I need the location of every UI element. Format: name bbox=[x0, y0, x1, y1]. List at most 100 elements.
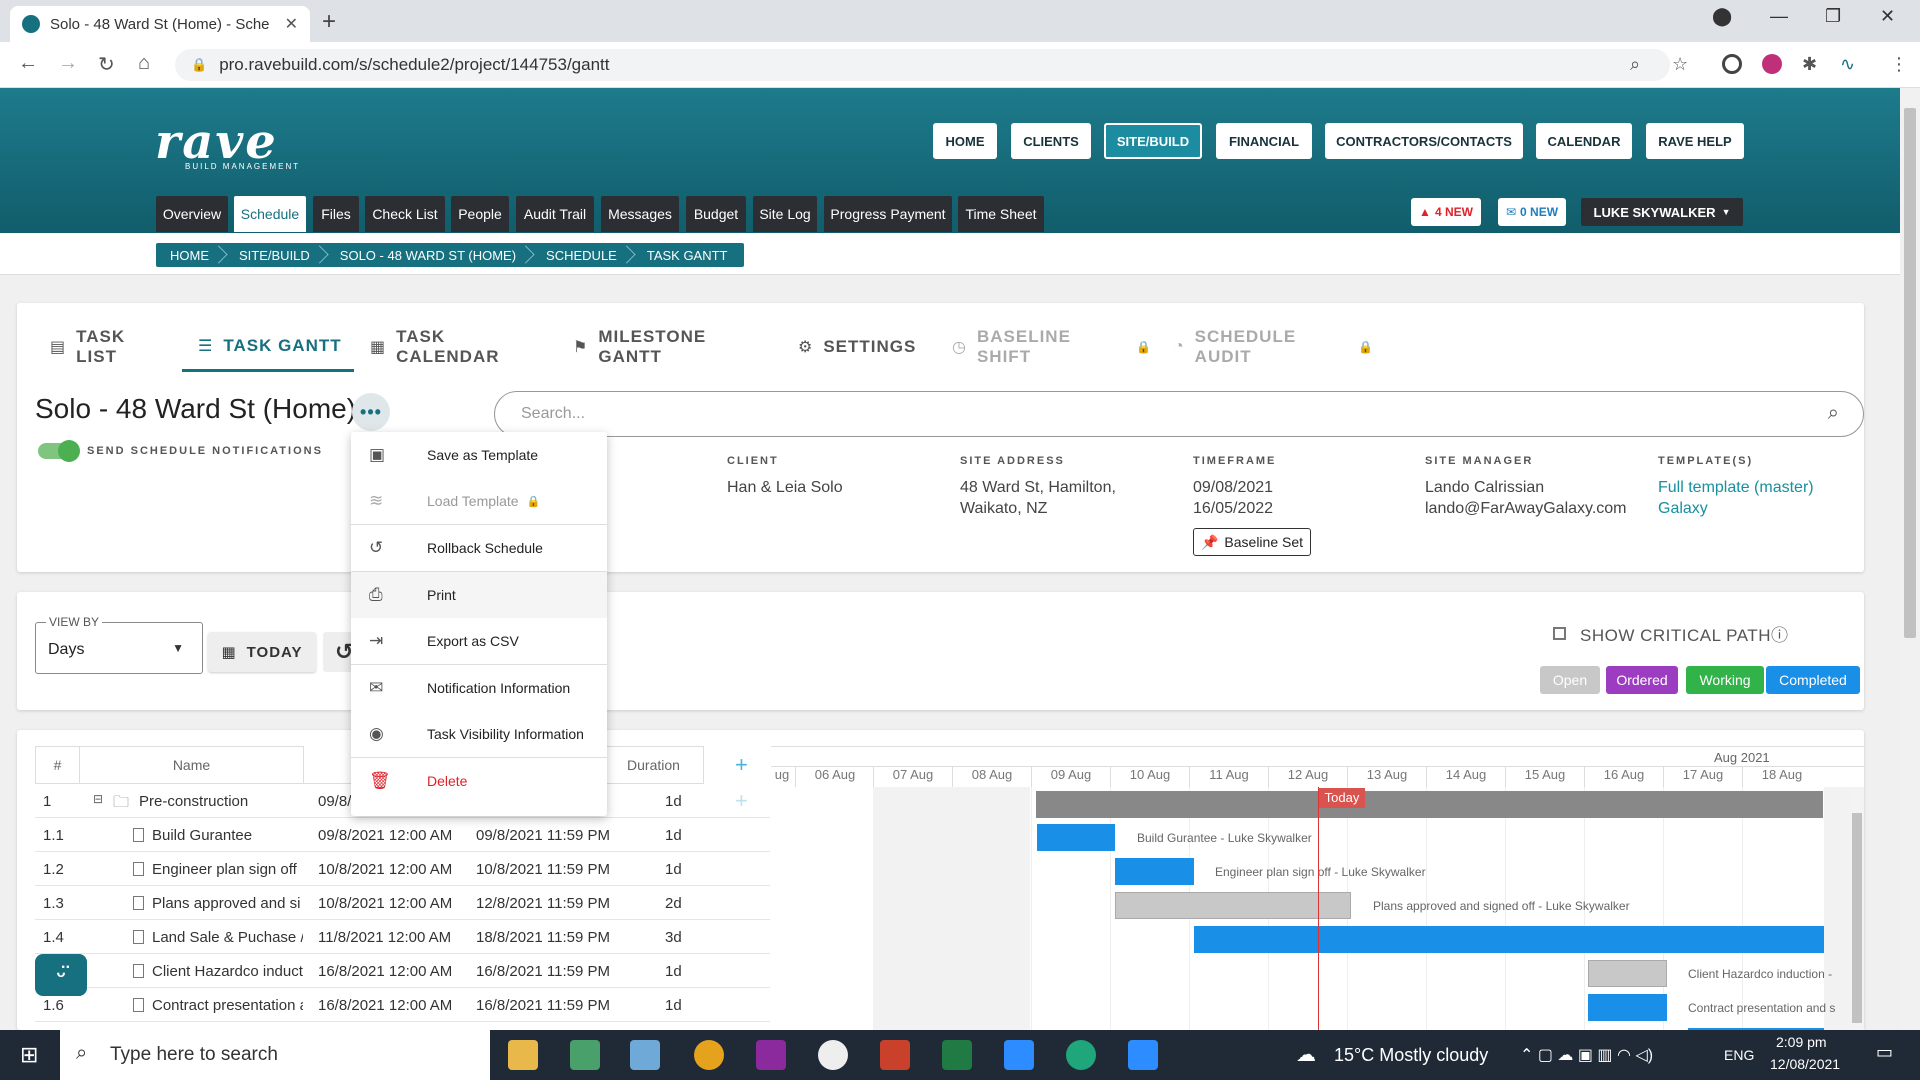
menu-load-template[interactable]: ≋ Load Template 🔒 bbox=[351, 478, 607, 524]
breadcrumb-home[interactable]: HOME bbox=[156, 243, 225, 267]
page-scrollbar[interactable] bbox=[1900, 88, 1920, 1030]
col-name[interactable]: Name bbox=[80, 746, 304, 784]
reload-icon[interactable]: ↻ bbox=[98, 52, 115, 77]
search-input[interactable]: Search... ⌕ bbox=[494, 391, 1864, 437]
tab-schedule-audit[interactable]: ◔ SCHEDULE AUDIT 🔒 bbox=[1174, 322, 1374, 372]
table-row[interactable]: 1.2 Engineer plan sign off 10/8/2021 12:… bbox=[35, 852, 770, 886]
checkbox-box[interactable] bbox=[1553, 627, 1566, 640]
taskbar-search-input[interactable]: ⌕ Type here to search bbox=[60, 1030, 490, 1080]
collapse-icon[interactable]: ⊟ bbox=[93, 792, 103, 806]
gantt-scroll-thumb[interactable] bbox=[1852, 813, 1862, 1023]
forward-icon[interactable]: → bbox=[58, 52, 78, 75]
chat-widget-button[interactable]: ᵕ̈ bbox=[35, 954, 87, 996]
url-input[interactable]: 🔒 pro.ravebuild.com/s/schedule2/project/… bbox=[175, 49, 1670, 81]
breadcrumb-schedule[interactable]: SCHEDULE bbox=[532, 243, 633, 267]
rave-extension-icon[interactable]: ∿ bbox=[1840, 54, 1855, 75]
today-button[interactable]: ▦ TODAY bbox=[208, 632, 316, 672]
add-subtask-icon[interactable]: + bbox=[735, 788, 748, 814]
nav-home[interactable]: HOME bbox=[933, 123, 997, 159]
restore-icon[interactable]: ❐ bbox=[1825, 6, 1841, 27]
close-window-icon[interactable]: ✕ bbox=[1880, 6, 1895, 27]
gantt-bar[interactable] bbox=[1115, 858, 1194, 885]
more-options-button[interactable]: ••• bbox=[352, 393, 390, 431]
new-tab-icon[interactable]: + bbox=[322, 8, 336, 36]
gantt-scrollbar[interactable] bbox=[1850, 787, 1864, 1030]
tab-settings[interactable]: ⚙ SETTINGS bbox=[798, 322, 928, 372]
tab-task-gantt[interactable]: ☰ TASK GANTT bbox=[182, 322, 354, 372]
profile-dropdown-icon[interactable]: ⬤ bbox=[1712, 6, 1732, 27]
xbox-icon[interactable] bbox=[818, 1040, 848, 1070]
menu-rollback-schedule[interactable]: ↺ Rollback Schedule bbox=[351, 525, 607, 571]
tab-schedule[interactable]: Schedule bbox=[234, 196, 306, 232]
tab-progress-payment[interactable]: Progress Payment bbox=[824, 196, 952, 232]
gantt-bar[interactable] bbox=[1115, 892, 1351, 919]
tab-messages[interactable]: Messages bbox=[601, 196, 679, 232]
tab-task-list[interactable]: ▤ TASK LIST bbox=[50, 322, 170, 372]
breadcrumb-project[interactable]: SOLO - 48 WARD ST (HOME) bbox=[326, 243, 532, 267]
menu-delete[interactable]: 🗑 Delete bbox=[351, 758, 607, 804]
menu-print[interactable]: ⎙ Print bbox=[351, 572, 607, 618]
minimize-icon[interactable]: — bbox=[1770, 6, 1788, 27]
extension-icon[interactable] bbox=[1722, 54, 1742, 74]
page-scroll-thumb[interactable] bbox=[1904, 108, 1916, 638]
tab-files[interactable]: Files bbox=[313, 196, 359, 232]
browser-tab[interactable]: Solo - 48 Ward St (Home) - Sche ✕ bbox=[10, 6, 310, 42]
table-row[interactable]: 1.5 Client Hazardco induct 16/8/2021 12:… bbox=[35, 954, 770, 988]
nav-rave-help[interactable]: RAVE HELP bbox=[1646, 123, 1744, 159]
notifications-icon[interactable]: ▭ bbox=[1876, 1042, 1893, 1063]
tab-baseline-shift[interactable]: ◷ BASELINE SHIFT 🔒 bbox=[952, 322, 1152, 372]
back-icon[interactable]: ← bbox=[18, 52, 38, 75]
tab-site-log[interactable]: Site Log bbox=[753, 196, 817, 232]
notifications-toggle[interactable] bbox=[38, 440, 80, 462]
app-icon[interactable] bbox=[756, 1040, 786, 1070]
notepad-icon[interactable] bbox=[630, 1040, 660, 1070]
tab-audit-trail[interactable]: Audit Trail bbox=[516, 196, 594, 232]
search-icon[interactable]: ⌕ bbox=[1828, 402, 1839, 425]
tab-milestone-gantt[interactable]: ⚑ MILESTONE GANTT bbox=[573, 322, 773, 372]
zoom-icon[interactable] bbox=[1004, 1040, 1034, 1070]
table-row[interactable]: 1.3 Plans approved and si 10/8/2021 12:0… bbox=[35, 886, 770, 920]
table-row[interactable]: 1.4 Land Sale & Puchase / 11/8/2021 12:0… bbox=[35, 920, 770, 954]
powerpoint-icon[interactable] bbox=[880, 1040, 910, 1070]
home-icon[interactable]: ⌂ bbox=[138, 52, 150, 75]
zoom-icon[interactable]: ⌕ bbox=[1630, 54, 1640, 75]
menu-notification-info[interactable]: ✉ Notification Information bbox=[351, 665, 607, 711]
nav-calendar[interactable]: CALENDAR bbox=[1536, 123, 1632, 159]
slack-icon[interactable] bbox=[570, 1040, 600, 1070]
baseline-set-button[interactable]: 📌 Baseline Set bbox=[1193, 528, 1311, 556]
nav-financial[interactable]: FINANCIAL bbox=[1216, 123, 1312, 159]
file-explorer-icon[interactable] bbox=[508, 1040, 538, 1070]
gantt-bar[interactable] bbox=[1194, 926, 1824, 953]
alerts-button[interactable]: ▲ 4 NEW bbox=[1411, 198, 1481, 226]
edge-icon[interactable] bbox=[1066, 1040, 1096, 1070]
gantt-bar[interactable] bbox=[1588, 994, 1667, 1021]
critical-path-checkbox[interactable]: SHOW CRITICAL PATHⓘ bbox=[1553, 621, 1788, 646]
nav-site-build[interactable]: SITE/BUILD bbox=[1104, 123, 1202, 159]
nav-contractors-contacts[interactable]: CONTRACTORS/CONTACTS bbox=[1325, 123, 1523, 159]
gantt-bar[interactable] bbox=[1588, 960, 1667, 987]
tab-people[interactable]: People bbox=[451, 196, 509, 232]
language-indicator[interactable]: ENG bbox=[1724, 1047, 1754, 1063]
breadcrumb-site-build[interactable]: SITE/BUILD bbox=[225, 243, 326, 267]
breadcrumb-task-gantt[interactable]: TASK GANTT bbox=[633, 243, 744, 267]
rave-logo[interactable]: rave BUILD MANAGEMENT bbox=[155, 118, 300, 171]
col-duration[interactable]: Duration bbox=[604, 746, 704, 784]
extension-icon[interactable] bbox=[1762, 54, 1782, 74]
tab-time-sheet[interactable]: Time Sheet bbox=[958, 196, 1044, 232]
table-row[interactable]: 1.6 Contract presentation a 16/8/2021 12… bbox=[35, 988, 770, 1022]
template-link-full[interactable]: Full template (master) bbox=[1658, 477, 1814, 498]
undo-button[interactable]: ↺ bbox=[323, 632, 353, 672]
tab-overview[interactable]: Overview bbox=[156, 196, 228, 232]
menu-task-visibility-info[interactable]: ◉ Task Visibility Information bbox=[351, 711, 607, 757]
weather-text[interactable]: 15°C Mostly cloudy bbox=[1334, 1045, 1488, 1066]
browser-menu-icon[interactable]: ⋮ bbox=[1890, 54, 1908, 75]
messages-button[interactable]: ✉ 0 NEW bbox=[1498, 198, 1566, 226]
extensions-puzzle-icon[interactable]: ✱ bbox=[1802, 54, 1817, 75]
windows-start-icon[interactable]: ⊞ bbox=[20, 1042, 38, 1068]
excel-icon[interactable] bbox=[942, 1040, 972, 1070]
view-by-select[interactable]: VIEW BY Days ▼ bbox=[35, 615, 203, 674]
table-row[interactable]: 1.1 Build Gurantee 09/8/2021 12:00 AM 09… bbox=[35, 818, 770, 852]
gantt-bar[interactable] bbox=[1037, 824, 1115, 851]
gantt-bar-summary[interactable] bbox=[1036, 791, 1823, 818]
tab-task-calendar[interactable]: ▦ TASK CALENDAR bbox=[370, 322, 540, 372]
